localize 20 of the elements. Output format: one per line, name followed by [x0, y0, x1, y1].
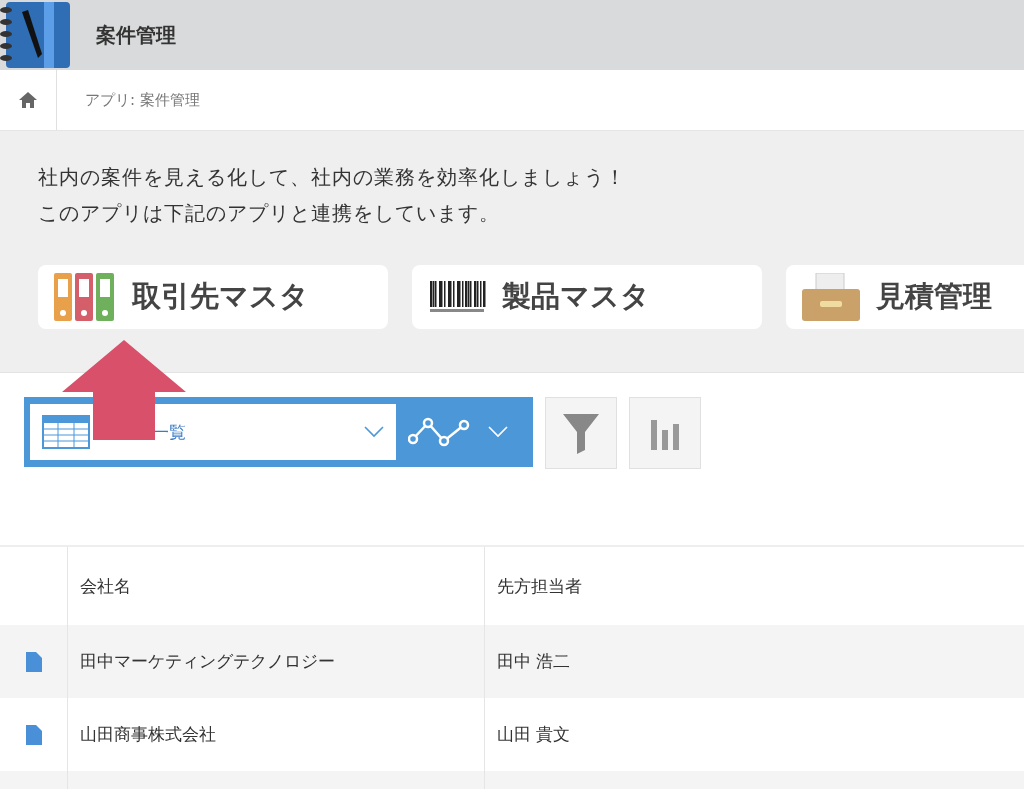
- chevron-down-icon[interactable]: [488, 426, 508, 438]
- binders-icon: [54, 273, 116, 321]
- document-icon[interactable]: [25, 724, 42, 745]
- chart-button[interactable]: [629, 397, 701, 469]
- description-text: このアプリは下記のアプリと連携をしています。: [38, 200, 501, 227]
- filter-icon: [563, 412, 599, 454]
- table-icon: [42, 415, 90, 449]
- app-link-card[interactable]: 見積管理: [786, 265, 1024, 329]
- description-text: 社内の案件を見える化して、社内の業務を効率化しましょう！: [38, 164, 627, 191]
- notebook-icon: [0, 0, 72, 70]
- graph-icon[interactable]: [408, 417, 470, 447]
- barcode-icon: [428, 279, 486, 315]
- app-title: 案件管理: [96, 21, 176, 49]
- drawer-icon: [802, 273, 860, 321]
- app-link-card[interactable]: 取引先マスタ: [38, 265, 388, 329]
- chevron-down-icon: [364, 426, 384, 438]
- breadcrumb-link[interactable]: アプリ: 案件管理: [85, 90, 200, 110]
- filter-button[interactable]: [545, 397, 617, 469]
- document-icon[interactable]: [25, 651, 42, 672]
- app-link-card[interactable]: 製品マスタ: [412, 265, 762, 329]
